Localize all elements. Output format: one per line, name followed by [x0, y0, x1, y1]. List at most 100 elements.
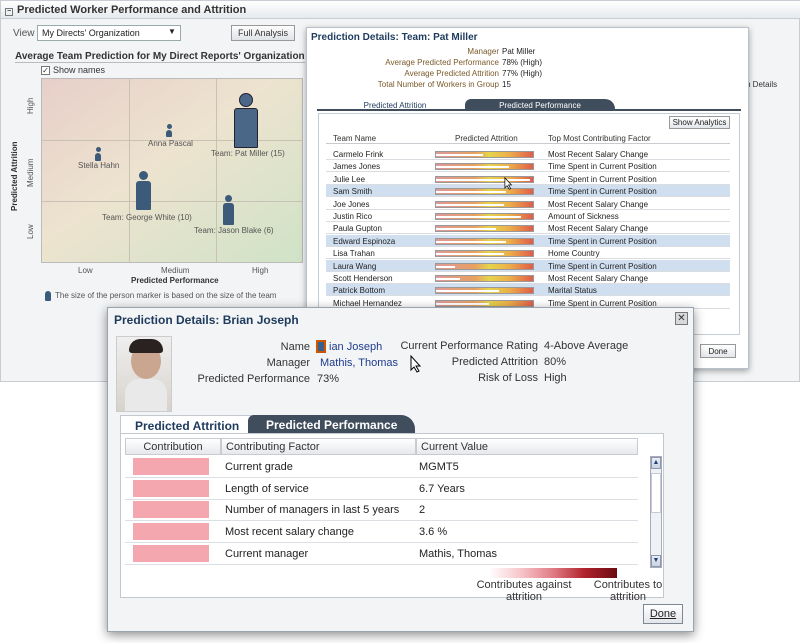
dialog-title: Prediction Details: Team: Pat Miller [311, 32, 478, 43]
table-row[interactable]: Most recent salary change 3.6 % [125, 521, 638, 544]
mouse-cursor-icon [410, 354, 422, 376]
show-names-option[interactable]: ✓ Show names [41, 65, 105, 76]
column-header[interactable]: Current Value [416, 438, 638, 455]
table-row[interactable]: Scott Henderson Most Recent Salary Change [326, 272, 730, 284]
legend-to: Contributes to attrition [593, 579, 663, 603]
table-row[interactable]: Justin Rico Amount of Sickness [326, 210, 730, 222]
tab-predicted-attrition[interactable]: Predicted Attrition [325, 99, 465, 111]
person-marker-icon[interactable] [94, 147, 102, 161]
attrition-bar-fill [436, 278, 461, 280]
marker-label: Stella Hahn [78, 161, 120, 170]
column-header[interactable]: Contributing Factor [221, 438, 416, 455]
team-member-name: Edward Espinoza [333, 236, 396, 246]
team-member-name: Joe Jones [333, 199, 370, 209]
table-row[interactable]: Julie Lee Time Spent in Current Position [326, 173, 730, 185]
x-tick-high: High [252, 266, 269, 275]
tab-predicted-attrition[interactable]: Predicted Attrition [120, 415, 255, 433]
show-names-checkbox[interactable]: ✓ [41, 66, 50, 76]
contributing-factor: Most Recent Salary Change [548, 199, 649, 209]
show-analytics-button[interactable]: Show Analytics [669, 116, 730, 129]
collapse-icon[interactable]: − [5, 8, 13, 16]
attrition-bar-fill [436, 253, 504, 256]
table-row[interactable]: Laura Wang Time Spent in Current Position [326, 259, 730, 272]
table-row[interactable]: Number of managers in last 5 years 2 [125, 499, 638, 522]
current-value: Mathis, Thomas [419, 547, 498, 560]
team-member-name: Laura Wang [333, 261, 377, 271]
contributing-factor: Current grade [225, 461, 293, 473]
chevron-down-icon: ▼ [168, 27, 176, 36]
y-axis-title: Predicted Attrition [10, 141, 19, 211]
current-value: 3.6 % [419, 526, 448, 539]
done-button[interactable]: Done [700, 344, 736, 358]
tab-predicted-performance[interactable]: Predicted Performance [465, 99, 615, 111]
x-tick-low: Low [78, 266, 93, 275]
y-tick-high: High [26, 97, 35, 114]
table-row[interactable]: Edward Espinoza Time Spent in Current Pos… [326, 234, 730, 247]
person-marker-icon[interactable] [222, 195, 235, 225]
contributing-factor: Most recent salary change [225, 526, 355, 539]
attrition-bar [435, 237, 534, 245]
attrition-bar-fill [436, 228, 497, 231]
size-note: The size of the person marker is based o… [45, 291, 276, 301]
column-header[interactable]: Contribution [125, 438, 221, 455]
contributing-factor: Time Spent in Current Position [548, 236, 657, 246]
field-avg-attrition: Average Predicted Attrition 77% (High) [404, 69, 543, 78]
table-row[interactable]: Length of service 6.7 Years [125, 478, 638, 500]
contribution-swatch [133, 479, 209, 497]
person-marker-icon[interactable] [134, 171, 152, 210]
team-member-name: Carmelo Frink [333, 150, 384, 159]
table-row[interactable]: Joe Jones Most Recent Salary Change [326, 198, 730, 210]
team-member-name: Julie Lee [333, 174, 366, 184]
column-header[interactable]: Team Name [333, 134, 376, 143]
attrition-bar [435, 200, 534, 208]
scroll-thumb[interactable] [651, 473, 661, 513]
scroll-up-icon[interactable]: ▲ [651, 457, 661, 469]
attrition-bar-fill [436, 166, 509, 169]
table-row[interactable]: Sam Smith Time Spent in Current Position [326, 185, 730, 198]
contributing-factor: Time Spent in Current Position [548, 174, 657, 184]
table-row[interactable]: James Jones Time Spent in Current Positio… [326, 160, 730, 173]
table-row[interactable]: Lisa Trahan Home Country [326, 247, 730, 260]
done-button[interactable]: Done [643, 604, 683, 624]
rating-label: Current Performance Rating [400, 340, 538, 352]
column-header[interactable]: Predicted Attrition [455, 134, 518, 143]
manager-link[interactable]: Mathis, Thomas [320, 357, 398, 369]
close-icon[interactable]: ✕ [675, 312, 688, 325]
dialog1-tabs: Predicted Attrition Predicted Performanc… [317, 99, 741, 111]
vertical-scrollbar[interactable]: ▲ ▼ [650, 456, 662, 568]
y-tick-low: Low [26, 224, 35, 239]
person-marker-icon[interactable] [165, 124, 173, 137]
name-value[interactable]: ian Joseph [316, 340, 382, 353]
x-axis-title: Predicted Performance [131, 276, 219, 285]
employee-prediction-dialog: Prediction Details: Brian Joseph ✕ Name … [107, 307, 694, 632]
person-icon [45, 291, 51, 301]
team-member-name: James Jones [333, 162, 381, 172]
column-header[interactable]: Top Most Contributing Factor [548, 134, 651, 143]
team-member-name: Patrick Bottom [333, 286, 386, 296]
attrition-bar-fill [436, 203, 504, 206]
current-value: MGMT5 [419, 461, 459, 473]
attrition-bar-fill [436, 191, 506, 194]
attrition-bar [435, 188, 534, 196]
right-panel-strip: n Details [741, 79, 799, 179]
table-row[interactable]: Current manager Mathis, Thomas [125, 543, 638, 565]
field-manager: Manager Pat Miller [467, 47, 536, 56]
attrition-bar-fill [436, 302, 490, 305]
contributing-factor: Length of service [225, 482, 309, 495]
table-row[interactable]: Paula Gupton Most Recent Salary Change [326, 222, 730, 235]
dialog-title: Prediction Details: Brian Joseph [114, 313, 299, 327]
risk-value: High [544, 372, 567, 384]
table-row[interactable]: Patrick Bottom Marital Status [326, 284, 730, 297]
attrition-value: 80% [544, 356, 567, 368]
tab-predicted-performance[interactable]: Predicted Performance [248, 415, 416, 433]
view-select[interactable]: My Directs' Organization ▼ [37, 25, 181, 41]
attrition-bar-fill [436, 154, 483, 156]
attrition-bar [435, 175, 534, 183]
full-analysis-button[interactable]: Full Analysis [231, 25, 295, 41]
attrition-bar [435, 163, 534, 171]
person-marker-icon[interactable] [233, 93, 259, 148]
scroll-down-icon[interactable]: ▼ [651, 555, 661, 567]
table-row[interactable]: Carmelo Frink Most Recent Salary Change [326, 148, 730, 160]
page-title-bar: − Predicted Worker Performance and Attrit… [1, 1, 800, 19]
table-row[interactable]: Current grade MGMT5 [125, 456, 638, 478]
